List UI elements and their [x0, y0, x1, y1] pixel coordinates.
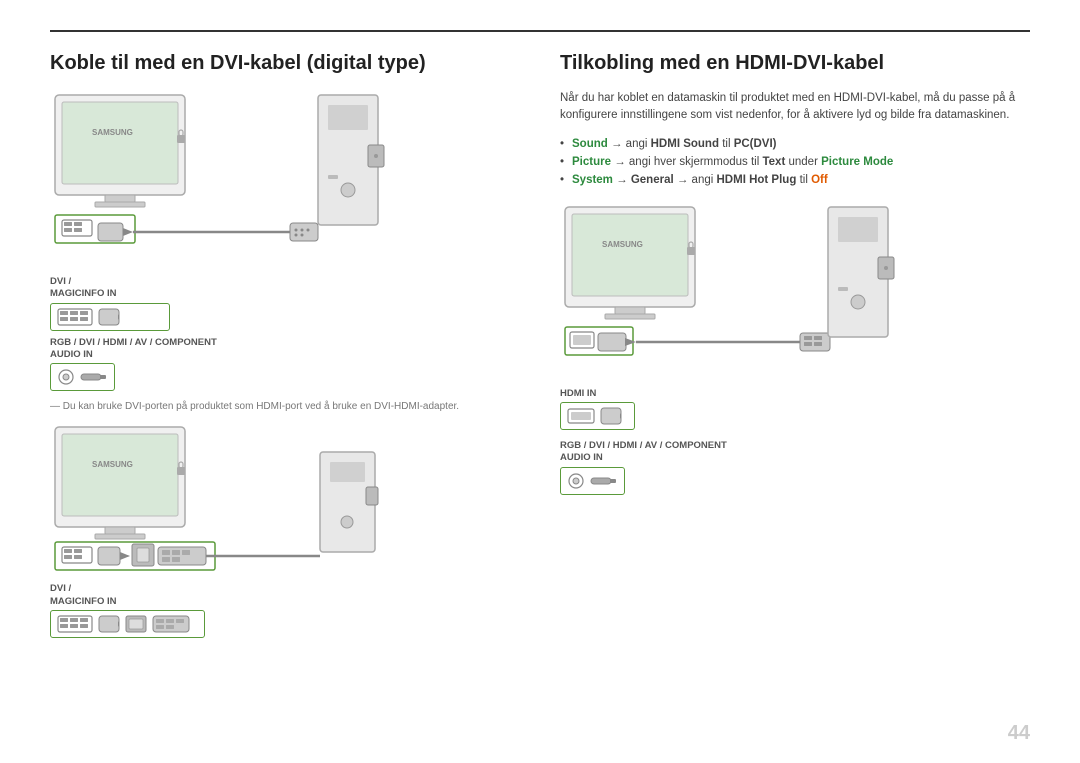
page-container: Koble til med en DVI-kabel (digital type… [0, 0, 1080, 763]
left-column: Koble til med en DVI-kabel (digital type… [50, 50, 520, 644]
svg-text:SAMSUNG: SAMSUNG [92, 460, 133, 469]
bullet-item-2: Picture → angi hver skjermmodus til Text… [560, 153, 1030, 171]
dvi-diagram-bottom: SAMSUNG [50, 422, 520, 577]
bullet1-sound: Sound [572, 138, 608, 150]
audio-port-icon-right [567, 472, 585, 490]
bullet1-hdmi-sound: HDMI Sound [651, 138, 719, 150]
bullet1-pcdvi: PC(DVI) [734, 138, 777, 150]
bullet2-picture-mode: Picture Mode [821, 156, 893, 168]
audio-port-box-right [560, 467, 625, 495]
hdmi-port-icon [567, 407, 595, 425]
dvi-port-section-top: DVI /MAGICINFO IN [50, 276, 520, 397]
audio-cable-icon-top [80, 371, 108, 383]
right-section-title: Tilkobling med en HDMI-DVI-kabel [560, 50, 1030, 76]
page-number: 44 [1008, 722, 1030, 745]
bullet3-hotplug: HDMI Hot Plug [717, 174, 797, 186]
left-section-title: Koble til med en DVI-kabel (digital type… [50, 50, 520, 76]
audio-cable-icon-right [590, 475, 618, 487]
audio-label-right: RGB / DVI / HDMI / AV / COMPONENTAUDIO I… [560, 440, 1030, 465]
footnote: ― Du kan bruke DVI-porten på produktet s… [50, 401, 520, 412]
dvi-port-icon-2 [57, 615, 93, 633]
dvi-port-box-bottom [50, 610, 205, 638]
content-columns: Koble til med en DVI-kabel (digital type… [50, 50, 1030, 644]
dvi-port-icon [57, 308, 93, 326]
bullet2-text: Text [762, 156, 785, 168]
svg-text:SAMSUNG: SAMSUNG [92, 128, 133, 137]
dvi-wide-icon [152, 615, 190, 633]
hdmi-port-section: HDMI IN RGB / DVI / HDMI / AV / COMPONEN… [560, 388, 1030, 501]
svg-text:SAMSUNG: SAMSUNG [602, 240, 643, 249]
bullet-item-3: System → General → angi HDMI Hot Plug ti… [560, 171, 1030, 189]
dvi-diagram-svg-top: SAMSUNG [50, 90, 480, 265]
bullet3-text2: → angi [677, 174, 717, 186]
hdmi-small-icon [125, 615, 147, 633]
bullet1-text2: til [722, 138, 734, 150]
dvi-port-section-bottom: DVI /MAGICINFO IN [50, 583, 520, 644]
dvi-diagram-svg-bottom: SAMSUNG [50, 422, 480, 572]
dvi-diagram-top: SAMSUNG [50, 90, 520, 270]
dvi-connector-icon [98, 308, 120, 326]
right-description: Når du har koblet en datamaskin til prod… [560, 90, 1030, 125]
bullet2-text2: under [788, 156, 821, 168]
dvi-label-top: DVI /MAGICINFO IN [50, 276, 520, 301]
bullet3-text1: → [616, 174, 631, 186]
bullet1-text1: → angi [611, 138, 651, 150]
dvi-arrow-icon [98, 615, 120, 633]
hdmi-port-box [560, 402, 635, 430]
bullet3-text3: til [800, 174, 812, 186]
hdmi-diagram: SAMSUNG [560, 202, 1030, 382]
hdmi-label: HDMI IN [560, 388, 1030, 400]
bullet2-text1: → angi hver skjermmodus til [614, 156, 762, 168]
hdmi-diagram-svg: SAMSUNG [560, 202, 990, 377]
bullet3-general: General [631, 174, 674, 186]
bullet3-off: Off [811, 174, 828, 186]
bullet-item-1: Sound → angi HDMI Sound til PC(DVI) [560, 135, 1030, 153]
right-column: Tilkobling med en HDMI-DVI-kabel Når du … [560, 50, 1030, 644]
audio-port-box-top [50, 363, 115, 391]
audio-port-icon-top [57, 368, 75, 386]
dvi-label-bottom: DVI /MAGICINFO IN [50, 583, 520, 608]
footnote-marker: ― [50, 401, 63, 412]
audio-label-top: RGB / DVI / HDMI / AV / COMPONENTAUDIO I… [50, 337, 520, 362]
bullet3-system: System [572, 174, 613, 186]
bullet2-picture: Picture [572, 156, 611, 168]
dvi-port-box-top [50, 303, 170, 331]
top-divider [50, 30, 1030, 32]
bullet-list: Sound → angi HDMI Sound til PC(DVI) Pict… [560, 135, 1030, 190]
hdmi-connector-icon [600, 407, 622, 425]
